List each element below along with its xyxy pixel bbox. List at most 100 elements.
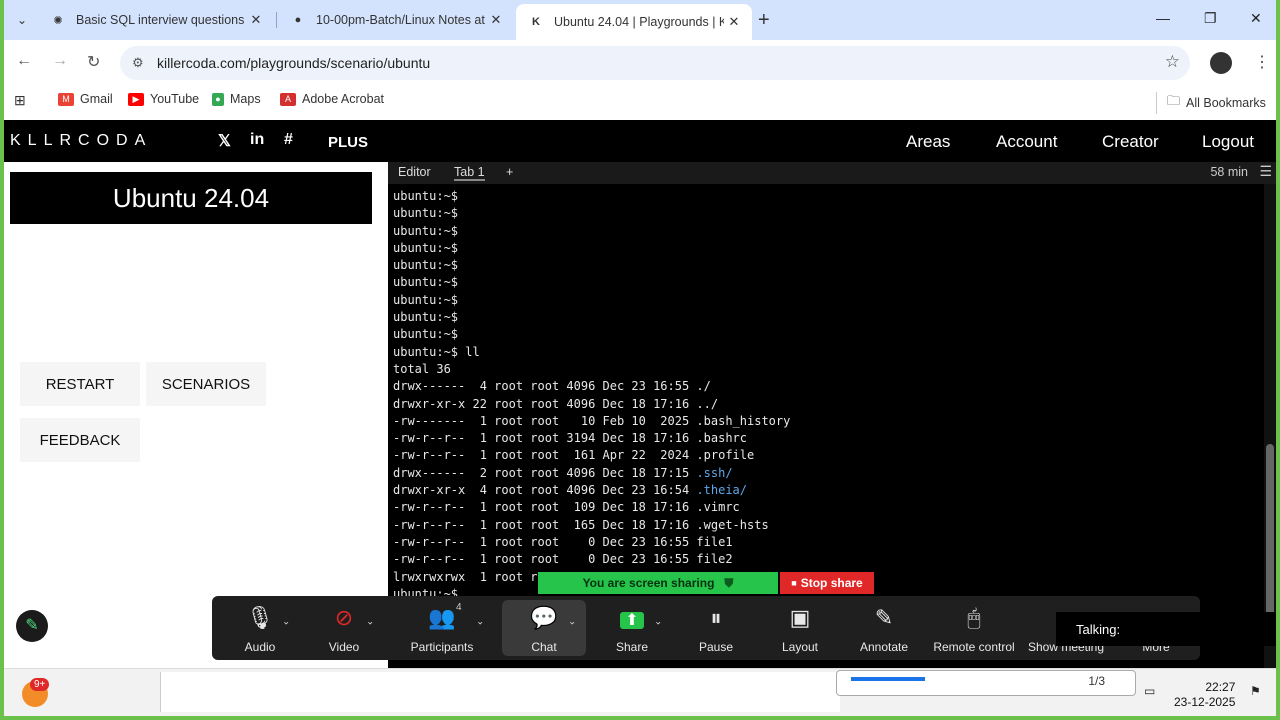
restore-icon[interactable]: ❐ [1204, 10, 1217, 27]
terminal-line: ubuntu:~$ [393, 258, 459, 273]
bookmark-star-icon[interactable]: ☆ [1165, 52, 1180, 72]
plus-link[interactable]: PLUS [328, 134, 368, 151]
nav-areas[interactable]: Areas [906, 132, 950, 152]
browser-menu-icon[interactable]: ⋮ [1254, 52, 1270, 72]
site-logo[interactable]: KLLRCODA [10, 132, 152, 150]
terminal-line: -rw-r--r-- 1 root root 161 Apr 22 2024 .… [393, 448, 755, 463]
youtube-icon: ▶ [128, 92, 144, 106]
taskbar-window[interactable] [160, 672, 840, 712]
terminal-line: total 36 [393, 361, 451, 376]
all-bookmarks[interactable]: 🗀 All Bookmarks [1156, 92, 1266, 114]
layout-icon: ▣ [789, 605, 811, 630]
remote-control-icon: 🖱 [967, 605, 981, 630]
terminal-scrollbar[interactable] [1264, 184, 1276, 668]
chevron-down-icon[interactable]: ⌃ [282, 614, 290, 625]
minimize-icon[interactable]: — [1156, 10, 1170, 26]
zoom-audio-button[interactable]: 🎙 Audio [218, 604, 302, 654]
pen-icon[interactable]: ✎ [16, 610, 48, 642]
battery-icon[interactable]: ▭ [1144, 684, 1155, 698]
browser-toolbar: ← → ↻ ⚙ killercoda.com/playgrounds/scena… [4, 40, 1276, 84]
bookmark-acrobat[interactable]: A Adobe Acrobat [280, 92, 384, 106]
terminal-dir-name: .theia/ [696, 483, 748, 498]
notification-icon[interactable]: ⚑ [1250, 684, 1261, 698]
new-tab-icon[interactable]: + [758, 9, 770, 32]
terminal-line: drwxr-xr-x 4 root root 4096 Dec 23 16:54… [393, 482, 1253, 499]
hamburger-menu-icon[interactable]: ☰ [1259, 163, 1272, 180]
zoom-participants-button[interactable]: 👥 Participants [400, 604, 484, 654]
close-icon[interactable]: ✕ [486, 12, 506, 28]
close-icon[interactable]: ✕ [246, 12, 266, 28]
system-clock[interactable]: 22:27 23-12-2025 [1174, 680, 1235, 710]
bookmark-label: Maps [230, 92, 261, 106]
nav-logout[interactable]: Logout [1202, 132, 1254, 152]
chevron-down-icon[interactable]: ⌃ [366, 614, 374, 625]
zoom-annotate-button[interactable]: ✎ Annotate [842, 604, 926, 654]
stop-icon: ■ [791, 578, 797, 588]
stop-share-label: Stop share [800, 576, 863, 590]
tab-search-icon[interactable]: ⌄ [12, 10, 32, 30]
linkedin-icon[interactable]: in [250, 131, 264, 149]
bookmark-youtube[interactable]: ▶ YouTube [128, 92, 199, 106]
terminal-dir-name: .ssh/ [696, 465, 733, 480]
add-tab-button[interactable]: + [506, 165, 513, 179]
slide-page: 1/3 [1088, 674, 1105, 688]
window-close-icon[interactable]: ✕ [1250, 10, 1262, 27]
zoom-item-label: Chat [531, 640, 557, 654]
nav-account[interactable]: Account [996, 132, 1057, 152]
notification-badge: 9+ [30, 678, 50, 691]
maps-icon: ● [212, 92, 224, 106]
scenarios-button[interactable]: SCENARIOS [146, 362, 266, 406]
chevron-down-icon[interactable]: ⌃ [476, 614, 484, 625]
terminal-line: drwx------ 4 root root 4096 Dec 23 16:55… [393, 379, 711, 394]
restart-button[interactable]: RESTART [20, 362, 140, 406]
zoom-meeting-toolbar: 🎙 Audio ⊘ Video 👥 Participants 💬 Chat ⬆ Share ⏸ Pau… [212, 596, 1200, 660]
bookmark-gmail[interactable]: M Gmail [58, 92, 113, 106]
zoom-remote-control-button[interactable]: 🖱 Remote control [932, 604, 1016, 654]
tab-github[interactable]: ● 10-00pm-Batch/Linux Notes at ✕ [278, 4, 514, 36]
profile-avatar[interactable] [1210, 52, 1232, 74]
reload-icon[interactable]: ↻ [87, 52, 100, 72]
terminal-line: -rw-r--r-- 1 root root 165 Dec 18 17:16 … [393, 517, 769, 532]
tab-terminal-1[interactable]: Tab 1 [454, 165, 485, 181]
terminal-line: ubuntu:~$ [393, 223, 459, 238]
chevron-down-icon[interactable]: ⌃ [654, 614, 662, 625]
zoom-chat-button[interactable]: 💬 Chat [502, 600, 586, 656]
screen-sharing-banner: You are screen sharing ⛊ [538, 572, 778, 594]
zoom-video-button[interactable]: ⊘ Video [302, 604, 386, 654]
address-url[interactable]: killercoda.com/playgrounds/scenario/ubun… [157, 55, 430, 71]
forward-icon[interactable]: → [52, 52, 68, 70]
chevron-down-icon[interactable]: ⌃ [568, 614, 576, 625]
tab-editor[interactable]: Editor [398, 165, 431, 179]
zoom-item-label: Layout [781, 640, 819, 654]
slide-progress [851, 677, 925, 681]
tab-sql[interactable]: ✺ Basic SQL interview questions ✕ [38, 4, 274, 36]
terminal-line: ubuntu:~$ [393, 292, 459, 307]
close-icon[interactable]: ✕ [724, 14, 744, 30]
apps-grid-icon[interactable]: ⊞ [14, 92, 26, 109]
bookmark-label: Adobe Acrobat [302, 92, 385, 106]
back-icon[interactable]: ← [16, 52, 32, 70]
participants-count: 4 [456, 602, 462, 613]
address-bar[interactable]: ⚙ killercoda.com/playgrounds/scenario/ub… [120, 46, 1190, 80]
terminal-line: -rw-r--r-- 1 root root 0 Dec 23 16:55 fi… [393, 552, 733, 567]
zoom-share-button[interactable]: ⬆ Share [590, 604, 674, 654]
zoom-item-label: Video [328, 640, 360, 654]
gmail-icon: M [58, 92, 74, 106]
zoom-pause-button[interactable]: ⏸ Pause [674, 604, 758, 654]
site-info-icon[interactable]: ⚙ [132, 55, 144, 71]
tab-ubuntu[interactable]: K Ubuntu 24.04 | Playgrounds | Ki ✕ [516, 4, 752, 40]
bookmark-maps[interactable]: ● Maps [212, 92, 261, 106]
stop-share-button[interactable]: ■ Stop share [780, 572, 874, 594]
terminal-line: -rw-r--r-- 1 root root 3194 Dec 18 17:16… [393, 431, 748, 446]
terminal-line: -rw-r--r-- 1 root root 109 Dec 18 17:16 … [393, 500, 740, 515]
zoom-layout-button[interactable]: ▣ Layout [758, 604, 842, 654]
feedback-button[interactable]: FEEDBACK [20, 418, 140, 462]
slide-control[interactable]: 1/3 [836, 670, 1136, 696]
slack-icon[interactable]: # [284, 131, 293, 149]
bookmark-label: YouTube [150, 92, 200, 106]
terminal-line: -rw-r--r-- 1 root root 0 Dec 23 16:55 fi… [393, 534, 733, 549]
terminal-line-text: drwx------ 2 root root 4096 Dec 18 17:15 [393, 465, 697, 480]
zoom-item-label: Share [615, 640, 649, 654]
x-icon[interactable]: 𝕏 [218, 131, 231, 151]
nav-creator[interactable]: Creator [1102, 132, 1159, 152]
